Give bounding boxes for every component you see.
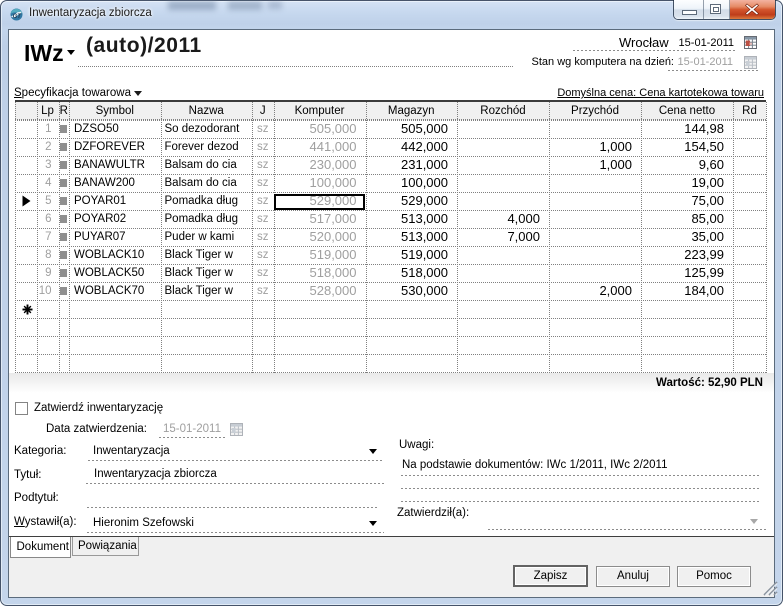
svg-text:GT: GT [13, 14, 23, 20]
